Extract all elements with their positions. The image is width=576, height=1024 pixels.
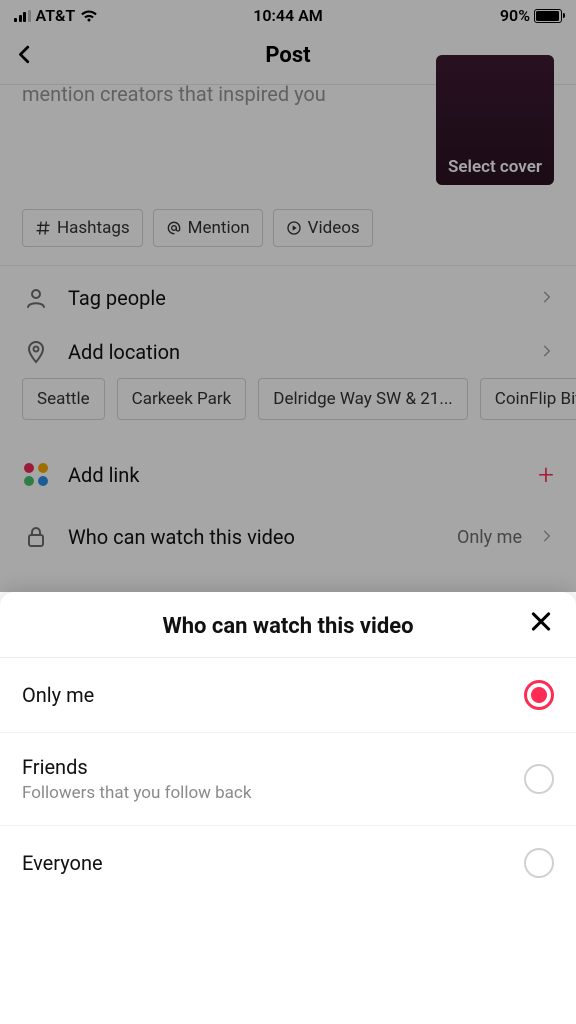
location-chip[interactable]: CoinFlip Bitcoin A — [480, 378, 576, 420]
add-location-row[interactable]: Add location — [0, 330, 576, 378]
privacy-option-only-me[interactable]: Only me — [0, 658, 576, 733]
add-link-label: Add link — [68, 463, 520, 487]
hashtags-chip[interactable]: Hashtags — [22, 209, 143, 247]
close-button[interactable] — [528, 608, 554, 638]
addlink-icon — [22, 463, 50, 487]
tag-people-row[interactable]: Tag people — [0, 266, 576, 330]
back-button[interactable] — [14, 43, 36, 69]
radio-selected-icon — [524, 680, 554, 710]
videos-chip-label: Videos — [308, 218, 360, 238]
caption-chip-row: Hashtags Mention Videos — [0, 185, 576, 266]
mention-chip-label: Mention — [188, 218, 250, 238]
chevron-left-icon — [14, 43, 36, 65]
location-chip[interactable]: Carkeek Park — [117, 378, 247, 420]
page-title: Post — [265, 43, 310, 68]
who-can-watch-row[interactable]: Who can watch this video Only me — [0, 511, 576, 569]
modal-header: Who can watch this video — [0, 592, 576, 658]
radio-unselected-icon — [524, 764, 554, 794]
videos-chip[interactable]: Videos — [273, 209, 373, 247]
plus-icon: + — [538, 458, 554, 491]
radio-unselected-icon — [524, 848, 554, 878]
lock-icon — [22, 525, 50, 549]
status-time: 10:44 AM — [253, 6, 323, 25]
add-location-label: Add location — [68, 340, 522, 364]
chevron-right-icon — [540, 289, 554, 308]
modal-title: Who can watch this video — [162, 614, 413, 639]
battery-icon — [534, 9, 562, 23]
play-circle-icon — [286, 220, 302, 236]
hashtags-chip-label: Hashtags — [57, 218, 130, 238]
option-sublabel: Followers that you follow back — [22, 783, 524, 803]
cover-thumbnail[interactable]: Select cover — [436, 55, 554, 185]
carrier-label: AT&T — [36, 6, 76, 25]
signal-icon — [14, 10, 31, 22]
mention-chip[interactable]: Mention — [153, 209, 263, 247]
wifi-icon — [80, 9, 98, 23]
location-chip[interactable]: Seattle — [22, 378, 105, 420]
option-label: Only me — [22, 683, 524, 707]
hashtag-icon — [35, 220, 51, 236]
who-can-watch-value: Only me — [457, 527, 522, 548]
select-cover-label: Select cover — [448, 157, 542, 185]
privacy-option-friends[interactable]: Friends Followers that you follow back — [0, 733, 576, 826]
status-bar: AT&T 10:44 AM 90% — [0, 0, 576, 31]
option-label: Everyone — [22, 851, 524, 875]
location-suggestions: Seattle Carkeek Park Delridge Way SW & 2… — [0, 378, 576, 438]
battery-percent: 90% — [500, 6, 530, 25]
tag-people-label: Tag people — [68, 286, 522, 310]
add-link-row[interactable]: Add link + — [0, 438, 576, 511]
chevron-right-icon — [540, 343, 554, 362]
person-icon — [22, 286, 50, 310]
option-label: Friends — [22, 755, 524, 779]
privacy-option-everyone[interactable]: Everyone — [0, 826, 576, 900]
close-icon — [528, 608, 554, 634]
location-chip[interactable]: Delridge Way SW & 21... — [258, 378, 468, 420]
location-icon — [22, 340, 50, 364]
at-icon — [166, 220, 182, 236]
who-can-watch-label: Who can watch this video — [68, 525, 439, 549]
chevron-right-icon — [540, 528, 554, 547]
privacy-modal: Who can watch this video Only me Friends… — [0, 592, 576, 1024]
